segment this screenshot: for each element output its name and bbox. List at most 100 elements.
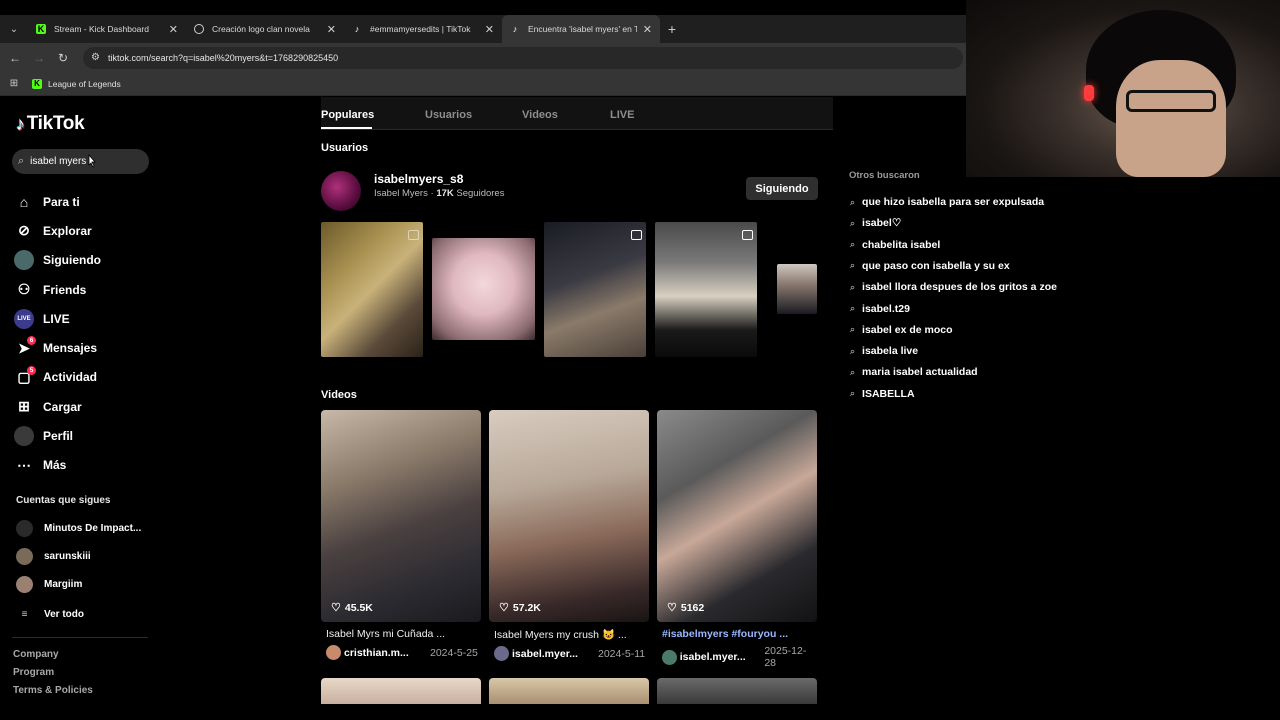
following-button[interactable]: Siguiendo — [746, 177, 818, 200]
close-tab-icon[interactable]: ✕ — [169, 23, 178, 36]
footer-company-link[interactable]: Company — [13, 649, 59, 660]
tab-videos[interactable]: Videos — [522, 109, 558, 121]
url-field[interactable]: ⚙ tiktok.com/search?q=isabel%20myers&t=1… — [83, 46, 963, 69]
video-card[interactable]: ♡ 45.5K Isabel Myrs mi Cuñada ... cristhi… — [321, 410, 481, 660]
following-account[interactable]: Margiim — [16, 576, 82, 593]
nav-para-ti[interactable]: ⌂ Para ti — [14, 187, 101, 216]
user-post-thumbnail[interactable] — [432, 238, 535, 340]
suggested-search-item[interactable]: ⌕ chabelita isabel — [850, 239, 940, 251]
videos-section-title: Videos — [321, 389, 357, 401]
multi-photo-icon — [742, 230, 753, 240]
nav-actividad[interactable]: ▢ 5 Actividad — [14, 363, 101, 392]
nav-friends[interactable]: ⚇ Friends — [14, 275, 101, 304]
messages-badge: 6 — [27, 336, 36, 346]
video-caption[interactable]: Isabel Myrs mi Cuñada ... — [321, 628, 481, 640]
browser-tab-bar: ⌄ K Stream - Kick Dashboard ✕ Creación l… — [0, 15, 966, 43]
browser-tab-tiktok-edits[interactable]: ♪ #emmamyersedits | TikTok ✕ — [344, 15, 502, 43]
nav-cargar[interactable]: ⊞ Cargar — [14, 392, 101, 421]
apps-grid-icon[interactable]: ⊞ — [0, 78, 28, 89]
tab-live[interactable]: LIVE — [610, 109, 634, 121]
close-tab-icon[interactable]: ✕ — [327, 23, 336, 36]
users-section-title: Usuarios — [321, 142, 369, 154]
browser-tab-chatgpt[interactable]: Creación logo clan novela ✕ — [186, 15, 344, 43]
multi-photo-icon — [408, 230, 419, 240]
video-meta: cristhian.m... 2024-5-25 — [321, 645, 481, 660]
nav-siguiendo[interactable]: Siguiendo — [14, 246, 101, 275]
footer-terms-link[interactable]: Terms & Policies — [13, 685, 93, 696]
avatar[interactable] — [494, 646, 509, 661]
username[interactable]: isabelmyers_s8 — [374, 172, 463, 186]
suggested-search-item[interactable]: ⌕ maria isabel actualidad — [850, 366, 978, 378]
search-icon: ⌕ — [850, 239, 856, 250]
reload-icon[interactable]: ↻ — [51, 51, 75, 65]
avatar[interactable] — [321, 171, 361, 211]
active-tab-underline — [321, 127, 372, 129]
following-avatar-icon — [14, 250, 34, 271]
search-icon: ⌕ — [18, 155, 25, 167]
video-author[interactable]: isabel.myer... — [512, 648, 586, 660]
suggested-search-item[interactable]: ⌕ isabel.t29 — [850, 303, 910, 315]
following-account[interactable]: Minutos De Impact... — [16, 520, 141, 537]
suggested-search-item[interactable]: ⌕ isabel♡ — [850, 217, 901, 229]
tab-search-icon[interactable]: ⌄ — [0, 15, 28, 43]
suggested-search-item[interactable]: ⌕ isabel ex de moco — [850, 324, 953, 336]
bookmark-league-of-legends[interactable]: K League of Legends — [32, 78, 121, 89]
avatar[interactable] — [662, 649, 677, 665]
forward-icon[interactable]: → — [27, 51, 51, 65]
search-icon: ⌕ — [850, 324, 856, 335]
video-thumbnail[interactable] — [657, 678, 817, 704]
suggested-search-item[interactable]: ⌕ ISABELLA — [850, 388, 915, 400]
following-accounts-title: Cuentas que sigues — [16, 495, 111, 506]
nav-live[interactable]: LIVE LIVE — [14, 304, 101, 333]
user-post-thumbnail[interactable] — [544, 222, 646, 357]
nav-mas[interactable]: ⋯ Más — [14, 451, 101, 480]
user-post-thumbnail[interactable] — [655, 222, 757, 357]
video-author[interactable]: cristhian.m... — [344, 647, 418, 659]
search-input[interactable]: ⌕ isabel myers — [12, 149, 149, 174]
video-caption[interactable]: Isabel Myers my crush 😺 ... — [489, 628, 649, 641]
close-tab-icon[interactable]: ✕ — [643, 23, 652, 36]
like-count: ♡ 5162 — [667, 601, 705, 615]
user-post-thumbnail[interactable] — [777, 264, 817, 314]
video-thumbnail[interactable]: ♡ 5162 — [657, 410, 817, 622]
user-result[interactable]: isabelmyers_s8 Isabel Myers · 17K Seguid… — [321, 171, 818, 213]
search-icon: ⌕ — [850, 303, 856, 313]
search-result-tabs: Populares Usuarios Videos LIVE — [321, 97, 833, 130]
footer-program-link[interactable]: Program — [13, 667, 54, 678]
video-card[interactable]: ♡ 57.2K Isabel Myers my crush 😺 ... isabe… — [489, 410, 649, 661]
video-thumbnail[interactable]: ♡ 45.5K — [321, 410, 481, 622]
nav-mensajes[interactable]: ➤ 6 Mensajes — [14, 333, 101, 362]
tiktok-logo[interactable]: ♪ TikTok — [16, 113, 85, 135]
tab-usuarios[interactable]: Usuarios — [425, 109, 472, 121]
avatar — [16, 548, 33, 565]
suggested-search-item[interactable]: ⌕ que hizo isabella para ser expulsada — [850, 196, 1044, 208]
heart-icon: ♡ — [499, 602, 509, 614]
nav-perfil[interactable]: Perfil — [14, 421, 101, 450]
site-info-icon[interactable]: ⚙ — [91, 52, 100, 63]
close-tab-icon[interactable]: ✕ — [485, 23, 494, 36]
new-tab-icon[interactable]: + — [660, 15, 684, 43]
video-thumbnail[interactable] — [321, 678, 481, 704]
list-icon: ≡ — [21, 609, 28, 620]
video-card[interactable]: ♡ 5162 #isabelmyers #fouryou ... isabel.m… — [657, 410, 817, 669]
suggested-search-item[interactable]: ⌕ isabel llora despues de los gritos a zo… — [850, 281, 1057, 293]
browser-tab-kick[interactable]: K Stream - Kick Dashboard ✕ — [28, 15, 186, 43]
browser-tab-tiktok-search[interactable]: ♪ Encuentra 'isabel myers' en TikTok ✕ — [502, 15, 660, 43]
heart-icon: ♡ — [331, 602, 341, 614]
tab-populares[interactable]: Populares — [321, 109, 374, 121]
user-post-thumbnail[interactable] — [321, 222, 423, 357]
avatar[interactable] — [326, 645, 341, 660]
video-author[interactable]: isabel.myer... — [680, 651, 753, 663]
search-icon: ⌕ — [850, 388, 856, 399]
more-icon: ⋯ — [17, 456, 31, 473]
video-thumbnail[interactable] — [489, 678, 649, 704]
user-meta: Isabel Myers · 17K Seguidores — [374, 188, 505, 199]
suggested-search-item[interactable]: ⌕ que paso con isabella y su ex — [850, 260, 1010, 272]
back-icon[interactable]: ← — [3, 51, 27, 65]
following-account[interactable]: sarunskiii — [16, 548, 91, 565]
video-caption[interactable]: #isabelmyers #fouryou ... — [657, 628, 817, 640]
suggested-search-item[interactable]: ⌕ isabela live — [850, 345, 918, 357]
video-thumbnail[interactable]: ♡ 57.2K — [489, 410, 649, 622]
nav-explorar[interactable]: ⊘ Explorar — [14, 216, 101, 245]
see-all-link[interactable]: ≡ Ver todo — [16, 606, 84, 623]
